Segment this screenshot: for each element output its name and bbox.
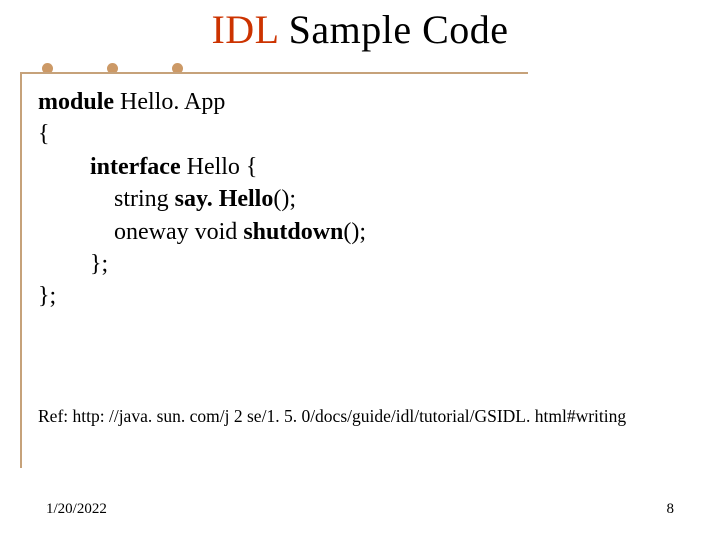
- code-block: module Hello. App { interface Hello { st…: [38, 86, 678, 313]
- code-line: interface Hello {: [38, 151, 678, 183]
- keyword: say. Hello: [175, 186, 274, 212]
- reference-text: Ref: http: //java. sun. com/j 2 se/1. 5.…: [38, 406, 698, 427]
- vertical-rule: [20, 72, 22, 468]
- title-word-1: IDL: [211, 7, 278, 52]
- code-line: };: [38, 280, 678, 312]
- code-text: ();: [273, 186, 296, 212]
- keyword: interface: [90, 154, 181, 180]
- code-text: string: [114, 186, 175, 212]
- slide-title: IDL Sample Code: [0, 6, 720, 53]
- keyword: shutdown: [243, 219, 343, 245]
- code-line: oneway void shutdown();: [38, 216, 678, 248]
- code-line: string say. Hello();: [38, 183, 678, 215]
- code-text: ();: [343, 219, 366, 245]
- keyword: module: [38, 89, 114, 115]
- horizontal-rule: [20, 72, 528, 74]
- code-line: {: [38, 118, 678, 150]
- code-line: };: [38, 248, 678, 280]
- code-line: module Hello. App: [38, 86, 678, 118]
- code-text: Hello {: [181, 154, 258, 180]
- footer-page-number: 8: [667, 501, 675, 518]
- title-word-2: Sample Code: [278, 7, 508, 52]
- footer-date: 1/20/2022: [46, 501, 107, 518]
- code-text: oneway void: [114, 219, 243, 245]
- code-text: Hello. App: [114, 89, 225, 115]
- slide: IDL Sample Code module Hello. App { inte…: [0, 0, 720, 540]
